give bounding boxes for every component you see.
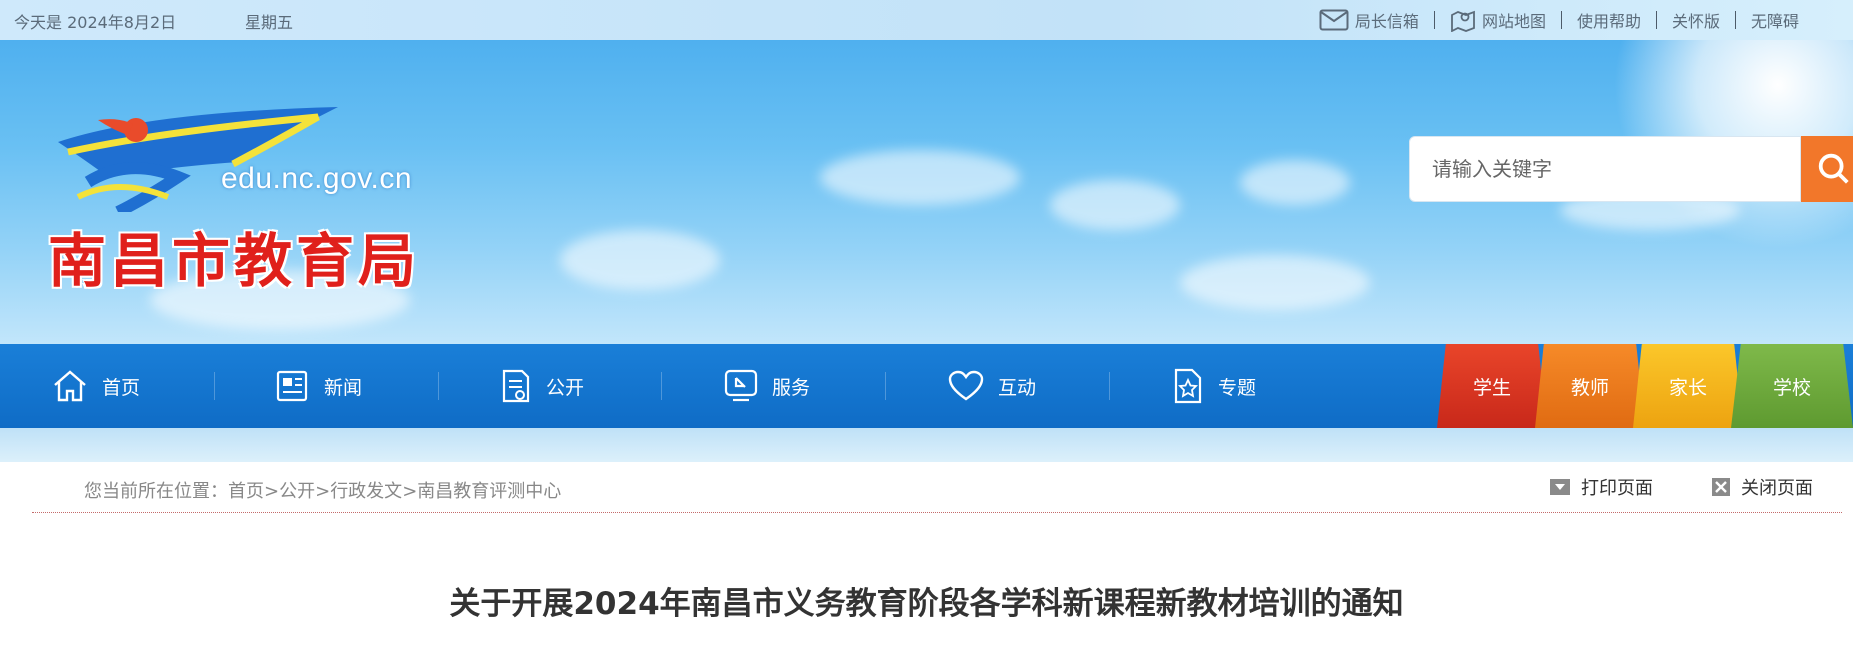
tab-teachers[interactable]: 教师	[1535, 344, 1645, 428]
nav-divider	[214, 372, 215, 400]
link-separator	[1560, 11, 1562, 29]
link-separator	[1433, 11, 1435, 29]
news-icon	[276, 370, 308, 402]
cloud	[1240, 160, 1350, 205]
print-page-label: 打印页面	[1581, 478, 1653, 499]
nav-item-label: 互动	[998, 376, 1037, 399]
nav-divider	[661, 372, 662, 400]
print-page-button[interactable]: 打印页面	[1549, 474, 1653, 500]
tab-students[interactable]: 学生	[1437, 344, 1547, 428]
link-separator	[1734, 11, 1736, 29]
breadcrumb-divider	[32, 512, 1842, 513]
nav-divider	[438, 372, 439, 400]
tab-parents[interactable]: 家长	[1633, 344, 1743, 428]
cloud	[560, 230, 720, 290]
nav-item-interaction[interactable]: 互动	[948, 344, 1036, 428]
nav-item-label: 新闻	[324, 376, 363, 399]
care-version-link[interactable]: 关怀版	[1672, 8, 1720, 32]
breadcrumb-separator: >	[315, 481, 331, 502]
top-links: 局长信箱 网站地图 使用帮助 关怀版 无障碍	[1319, 6, 1799, 34]
cloud	[1180, 255, 1370, 310]
banner-bottom-strip	[0, 428, 1853, 462]
page-tools: 打印页面 关闭页面	[1491, 474, 1813, 500]
link-separator	[1655, 11, 1657, 29]
nav-item-topics[interactable]: 专题	[1172, 344, 1256, 428]
site-search	[1409, 136, 1853, 202]
nav-item-label: 公开	[546, 376, 585, 399]
search-icon	[1818, 153, 1849, 184]
cloud	[820, 150, 1020, 205]
document-icon	[502, 369, 530, 403]
home-icon	[54, 370, 86, 402]
accessibility-link[interactable]: 无障碍	[1751, 8, 1799, 32]
sitemap-link-label: 网站地图	[1481, 12, 1546, 31]
mailbox-link[interactable]: 局长信箱	[1319, 8, 1419, 32]
search-button[interactable]	[1801, 136, 1853, 202]
accessibility-link-label: 无障碍	[1750, 12, 1799, 31]
current-weekday: 星期五	[245, 13, 294, 32]
help-link-label: 使用帮助	[1576, 12, 1641, 31]
site-logo[interactable]: edu.nc.gov.cn 南昌市教育局	[48, 102, 448, 295]
search-input[interactable]	[1409, 136, 1801, 202]
nav-item-home[interactable]: 首页	[52, 344, 140, 428]
breadcrumb-separator: >	[402, 481, 418, 502]
star-document-icon	[1174, 368, 1202, 404]
breadcrumb-prefix: 您当前所在位置：	[84, 481, 228, 502]
map-icon	[1451, 10, 1475, 32]
nav-item-public[interactable]: 公开	[500, 344, 584, 428]
logo-domain-text: edu.nc.gov.cn	[221, 162, 413, 195]
breadcrumb-admin-docs[interactable]: 行政发文	[330, 481, 402, 502]
nav-item-service[interactable]: 服务	[724, 344, 810, 428]
service-icon	[724, 369, 758, 402]
close-icon	[1712, 478, 1730, 496]
cloud	[1050, 180, 1180, 230]
breadcrumb-home[interactable]: 首页	[228, 481, 264, 502]
current-date: 今天是 2024年8月2日	[14, 13, 177, 32]
nav-divider	[885, 372, 886, 400]
article-title: 关于开展2024年南昌市义务教育阶段各学科新课程新教材培训的通知	[449, 586, 1404, 622]
mail-icon	[1319, 9, 1349, 31]
tab-schools[interactable]: 学校	[1731, 344, 1853, 428]
breadcrumb-separator: >	[264, 481, 280, 502]
close-page-label: 关闭页面	[1741, 478, 1813, 499]
nav-item-label: 专题	[1218, 376, 1257, 399]
breadcrumb-public[interactable]: 公开	[279, 481, 315, 502]
care-version-link-label: 关怀版	[1671, 12, 1720, 31]
nav-item-news[interactable]: 新闻	[276, 344, 362, 428]
mailbox-link-label: 局长信箱	[1354, 12, 1419, 31]
nav-item-label: 服务	[772, 376, 811, 399]
breadcrumb-current[interactable]: 南昌教育评测中心	[417, 481, 561, 502]
heart-icon	[948, 370, 984, 401]
breadcrumb: 您当前所在位置：首页>公开>行政发文>南昌教育评测中心	[84, 477, 561, 503]
close-page-button[interactable]: 关闭页面	[1711, 474, 1813, 500]
nav-item-label: 首页	[102, 376, 141, 399]
help-link[interactable]: 使用帮助	[1577, 8, 1641, 32]
logo-org-name: 南昌市教育局	[48, 227, 421, 295]
top-info-bar: 今天是 2024年8月2日 星期五 局长信箱 网站地图 使用帮助 关怀版 无障碍	[0, 0, 1853, 40]
print-icon	[1550, 479, 1570, 495]
nav-divider	[1109, 372, 1110, 400]
sitemap-link[interactable]: 网站地图	[1450, 8, 1546, 32]
